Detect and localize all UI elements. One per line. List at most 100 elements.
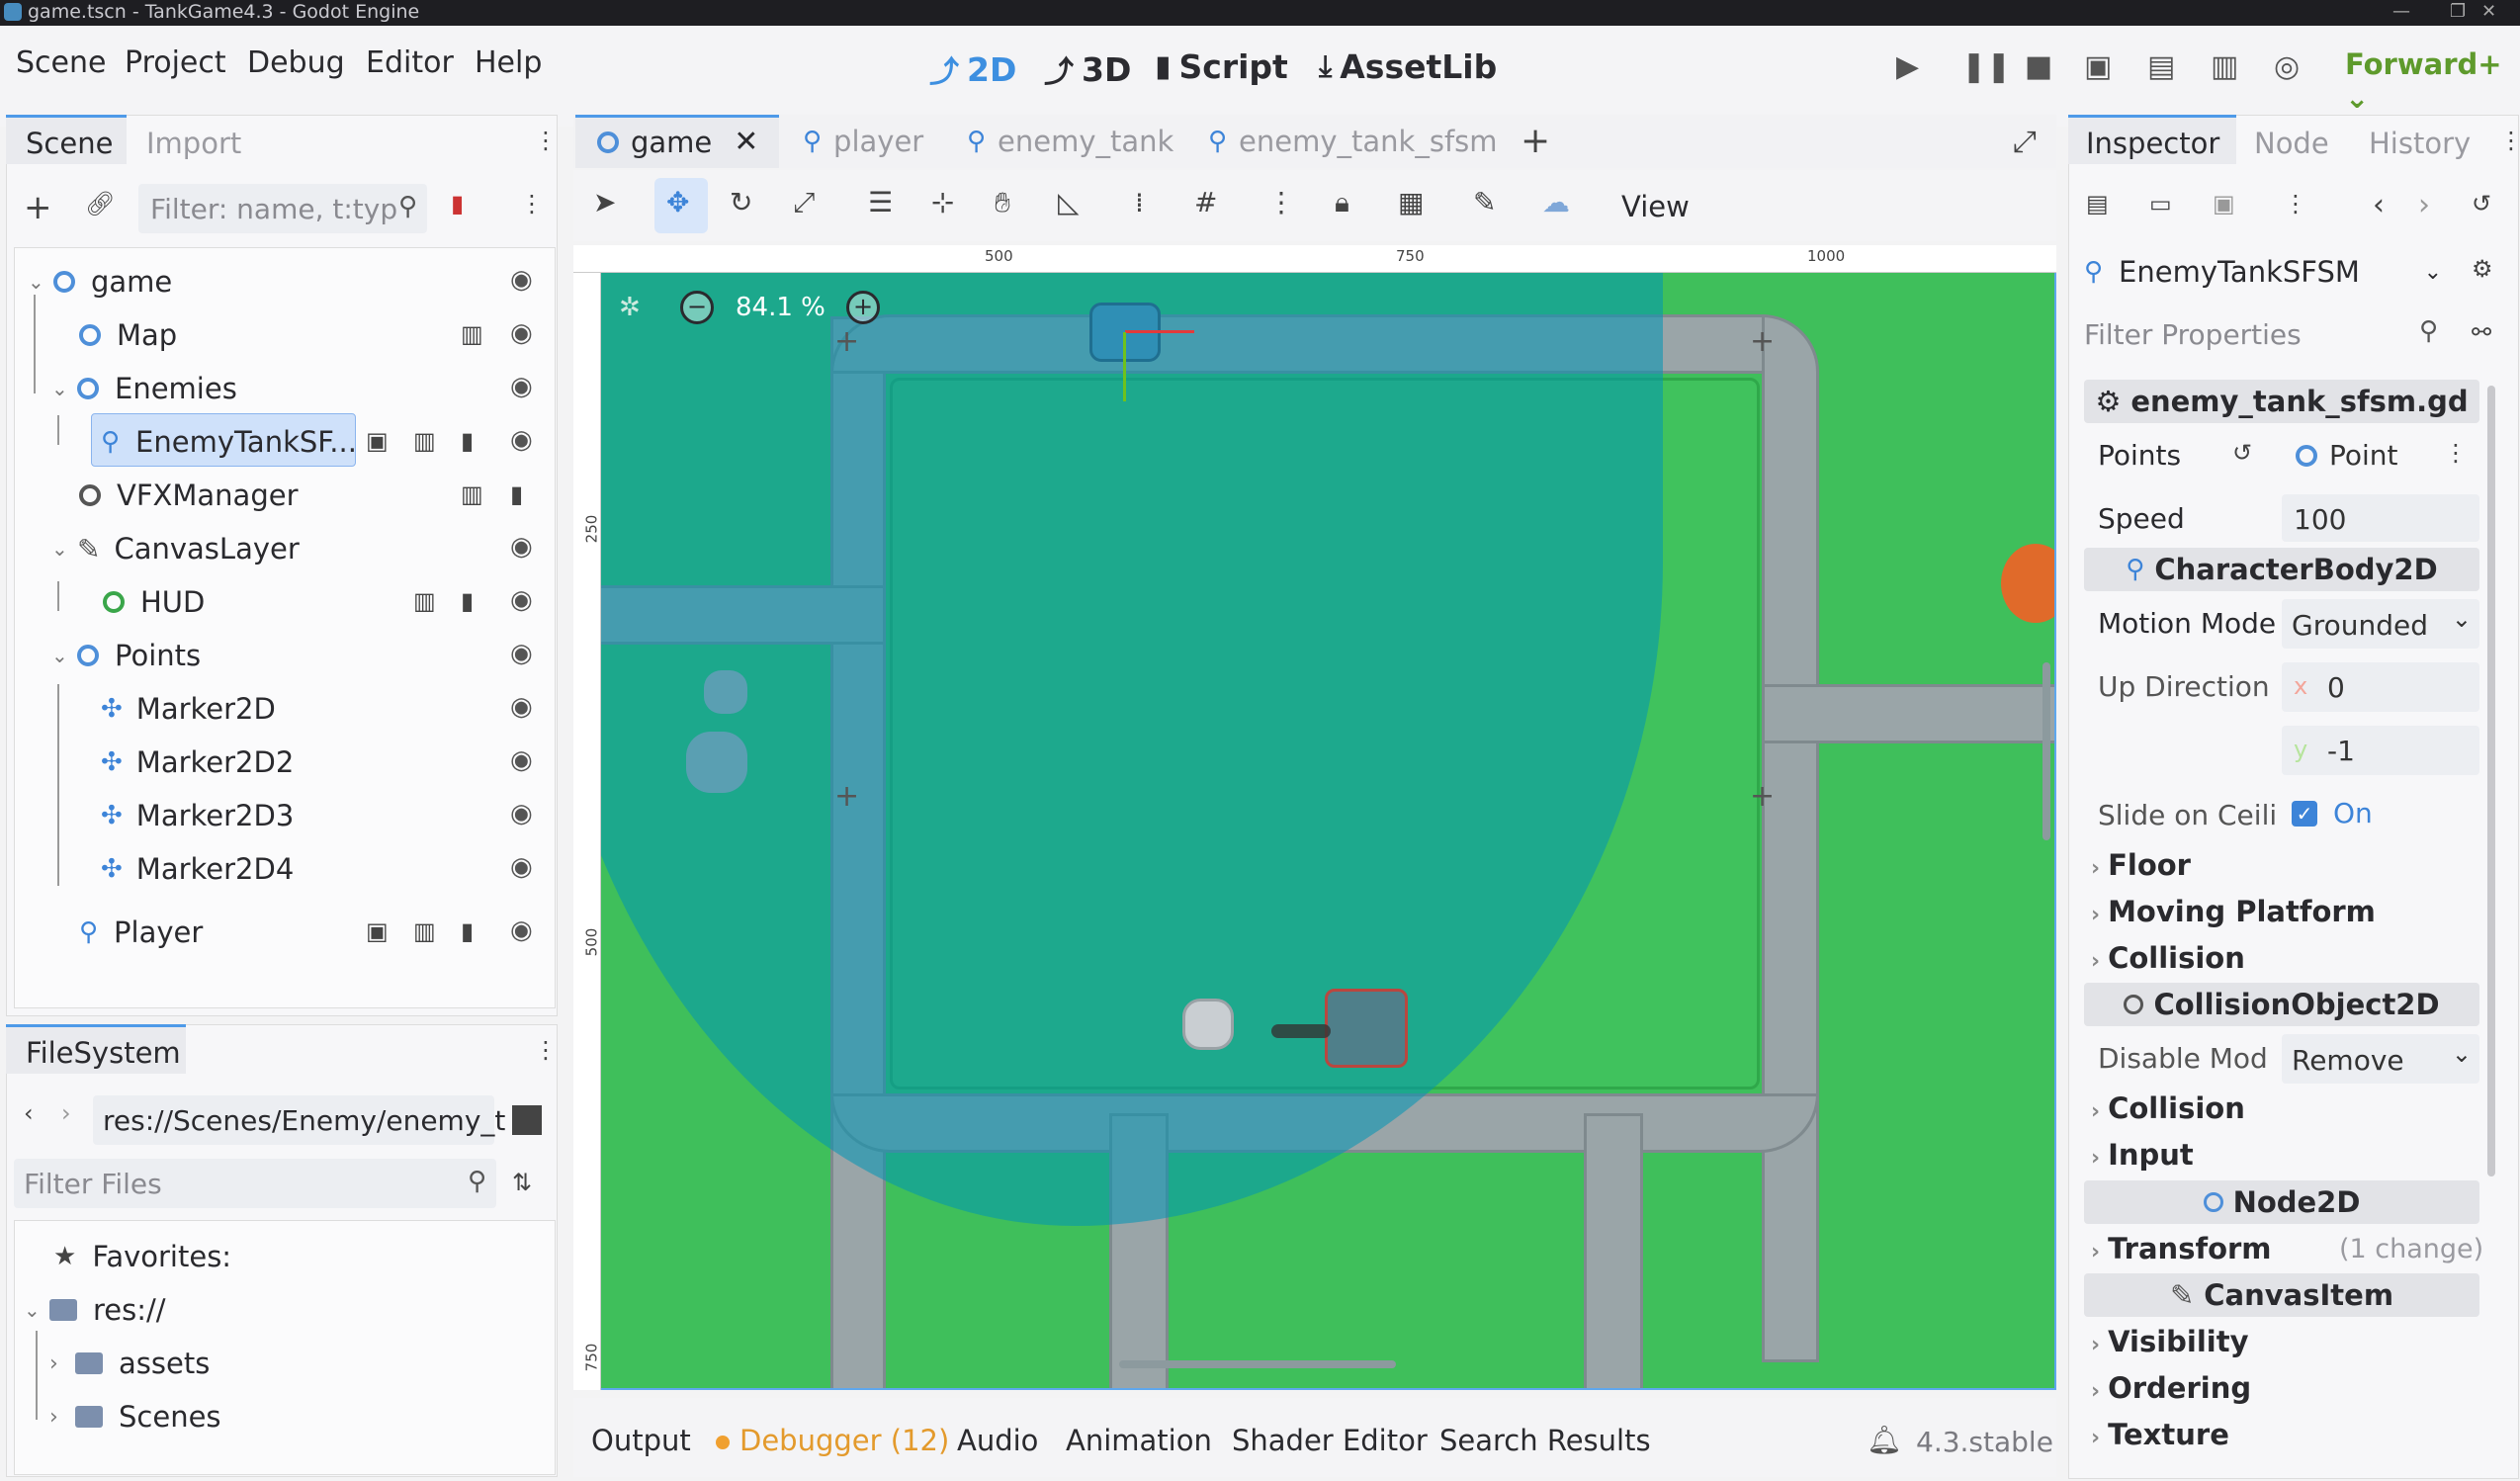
visibility-eye-icon[interactable]: ◉ — [510, 265, 533, 295]
node-selector[interactable]: ⚲ EnemyTankSFSM ⌄ — [2084, 249, 2450, 295]
visibility-eye-icon[interactable]: ◉ — [510, 585, 533, 615]
visibility-eye-icon[interactable]: ◉ — [510, 692, 533, 722]
tab-shader-editor[interactable]: Shader Editor — [1232, 1424, 1428, 1457]
up-direction-x-field[interactable]: x0 — [2282, 662, 2479, 712]
pivot-tool-icon[interactable]: ⊹ — [931, 186, 954, 218]
tree-item-enemytanksfsm[interactable]: ⚲ EnemyTankSF... — [101, 415, 357, 469]
select-tool-icon[interactable]: ➤ — [593, 186, 616, 218]
zoom-level[interactable]: 84.1 % — [736, 293, 826, 322]
collision-section[interactable]: › Collision — [2091, 941, 2245, 975]
visibility-eye-icon[interactable]: ◉ — [510, 915, 533, 945]
play-custom-scene-icon[interactable]: ▥ — [2211, 49, 2238, 84]
speed-field[interactable]: 100 — [2282, 494, 2479, 542]
play-scene-icon[interactable]: ▤ — [2147, 49, 2175, 84]
marker2d-gizmo[interactable]: + — [1750, 779, 1775, 814]
tab-search-results[interactable]: Search Results — [1439, 1424, 1651, 1457]
tree-item-vfxmanager[interactable]: VFXManager — [79, 469, 299, 522]
tab-animation[interactable]: Animation — [1066, 1424, 1212, 1457]
floor-section[interactable]: › Floor — [2091, 848, 2191, 882]
open-scene-icon[interactable]: ▥ — [413, 427, 436, 455]
menu-help[interactable]: Help — [475, 45, 542, 80]
filter-properties-input[interactable]: Filter Properties ⚲ — [2076, 308, 2448, 360]
close-tab-icon[interactable]: ✕ — [734, 125, 758, 159]
stop-icon[interactable]: ■ — [2025, 49, 2052, 84]
menu-editor[interactable]: Editor — [366, 45, 454, 80]
points-value[interactable]: Point — [2296, 439, 2398, 472]
tree-item-enemies[interactable]: ⌄ Enemies — [51, 362, 237, 415]
tab-scene[interactable]: Scene — [26, 127, 113, 160]
menu-project[interactable]: Project — [125, 45, 226, 80]
back-icon[interactable]: ‹ — [24, 1099, 34, 1127]
visibility-eye-icon[interactable]: ◉ — [510, 745, 533, 775]
tab-enemy-tank[interactable]: ⚲ enemy_tank — [967, 125, 1173, 158]
version-label[interactable]: 4.3.stable — [1916, 1426, 2053, 1458]
inspector-scrollbar[interactable] — [2487, 386, 2495, 1176]
center-view-icon[interactable]: ✲ — [619, 293, 641, 322]
forward-icon[interactable]: › — [61, 1099, 71, 1127]
group-icon[interactable]: ▦ — [1398, 186, 1424, 218]
tree-item-game[interactable]: ⌄ game — [28, 255, 172, 308]
ordering-section[interactable]: › Ordering — [2091, 1371, 2251, 1405]
movie-maker-icon[interactable]: ◎ — [2274, 49, 2300, 84]
player-tank-sprite[interactable] — [1325, 989, 1408, 1068]
lock-icon[interactable]: 🔒︎ — [1335, 186, 1349, 219]
skeleton-icon[interactable]: ✎ — [1473, 186, 1496, 218]
zoom-out-icon[interactable]: − — [680, 291, 714, 324]
distraction-free-icon[interactable]: ⤢ — [2013, 125, 2037, 159]
load-resource-icon[interactable]: ▭ — [2149, 190, 2172, 218]
renderer-select[interactable]: Forward+ ⌄ — [2345, 47, 2520, 115]
script-icon[interactable]: ▮ — [461, 587, 474, 615]
favorites-item[interactable]: ★ Favorites: — [53, 1230, 231, 1283]
script-icon[interactable]: ▮ — [461, 917, 474, 945]
tab-inspector[interactable]: Inspector — [2086, 127, 2219, 160]
tab-debugger[interactable]: Debugger (12) — [739, 1424, 949, 1457]
group-icon[interactable]: ▣ — [366, 427, 389, 455]
filter-files-input[interactable]: Filter Files ⚲ — [14, 1159, 496, 1208]
tab-output[interactable]: Output — [591, 1424, 691, 1457]
vertical-scrollbar[interactable] — [2042, 662, 2050, 840]
sort-icon[interactable]: ⇅ — [512, 1169, 532, 1196]
play-icon[interactable]: ▶ — [1896, 49, 1919, 84]
rotate-tool-icon[interactable]: ↻ — [730, 186, 752, 218]
save-resource-icon[interactable]: ▣ — [2213, 190, 2235, 218]
transform-section[interactable]: › Transform — [2091, 1232, 2272, 1265]
remote-debug-icon[interactable]: ▣ — [2084, 49, 2112, 84]
tab-audio[interactable]: Audio — [957, 1424, 1038, 1457]
marker2d-gizmo[interactable]: + — [834, 324, 859, 359]
tree-item-hud[interactable]: HUD — [103, 575, 205, 629]
move-tool-icon[interactable]: ✥ — [666, 186, 689, 218]
tree-item-canvaslayer[interactable]: ⌄ ✎ CanvasLayer — [51, 522, 300, 575]
res-root-item[interactable]: ⌄ res:// — [24, 1283, 166, 1337]
tab-import[interactable]: Import — [146, 127, 241, 160]
workspace-3d[interactable]: ⤴ 3D — [1044, 47, 1131, 91]
snap-options-icon[interactable]: ⋮ — [1267, 186, 1295, 218]
object-history-icon[interactable]: ↺ — [2472, 190, 2491, 218]
motion-mode-select[interactable]: Grounded ⌄ — [2282, 599, 2479, 649]
workspace-assetlib[interactable]: ⤓ AssetLib — [1319, 47, 1497, 86]
tab-enemy-tank-sfsm[interactable]: ⚲ enemy_tank_sfsm — [1208, 125, 1498, 158]
maximize-icon[interactable]: ❐ — [2450, 0, 2466, 24]
menu-debug[interactable]: Debug — [247, 45, 345, 80]
link-icon[interactable]: 🔗︎ — [85, 190, 115, 218]
list-select-icon[interactable]: ☰ — [868, 186, 893, 218]
visibility-eye-icon[interactable]: ◉ — [510, 318, 533, 348]
dock-menu-icon[interactable]: ⋮ — [534, 1036, 558, 1064]
group-icon[interactable]: ▣ — [366, 917, 389, 945]
up-direction-y-field[interactable]: y -1 — [2282, 726, 2479, 775]
zoom-in-icon[interactable]: + — [846, 291, 880, 324]
visibility-eye-icon[interactable]: ◉ — [510, 532, 533, 562]
ruler-tool-icon[interactable]: ◺ — [1058, 186, 1080, 218]
visibility-eye-icon[interactable]: ◉ — [510, 639, 533, 668]
visibility-eye-icon[interactable]: ◉ — [510, 852, 533, 882]
tab-game[interactable]: game ✕ — [597, 125, 758, 159]
menu-scene[interactable]: Scene — [16, 45, 106, 80]
pan-tool-icon[interactable]: ✋︎ — [995, 186, 1010, 219]
toggle-split-icon[interactable] — [512, 1105, 542, 1135]
moving-platform-section[interactable]: › Moving Platform — [2091, 895, 2376, 928]
tab-history[interactable]: History — [2369, 127, 2471, 160]
visibility-eye-icon[interactable]: ◉ — [510, 372, 533, 401]
marker2d-gizmo[interactable]: + — [1750, 324, 1775, 359]
texture-section[interactable]: › Texture — [2091, 1418, 2229, 1451]
workspace-2d[interactable]: ⤴ 2D — [929, 47, 1016, 91]
close-icon[interactable]: ✕ — [2481, 0, 2496, 24]
